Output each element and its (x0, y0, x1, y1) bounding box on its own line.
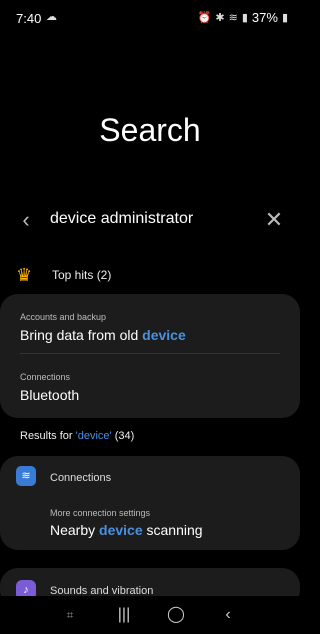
top-hit-item[interactable]: Accounts and backup Bring data from old … (20, 312, 280, 343)
signal-icon: ▮ (241, 12, 248, 24)
search-bar: ‹ device administrator ✕ (0, 200, 300, 240)
search-input[interactable]: device administrator (50, 210, 193, 228)
top-hits-header: ♛ Top hits (2) (16, 262, 284, 288)
navigation-bar: ⌗ ||| ◯ ‹ (0, 596, 300, 634)
results-header: Results for 'device' (34) (20, 430, 135, 442)
status-time: 7:40 (16, 11, 42, 26)
hit-category: Connections (20, 372, 71, 382)
top-hits-card: Accounts and backup Bring data from old … (0, 294, 300, 418)
battery-level: 37% (251, 10, 278, 25)
weather-icon: ☁ (46, 11, 57, 23)
hit-title: Bluetooth (20, 387, 80, 403)
page-title: Search (99, 112, 201, 148)
top-hit-item[interactable]: Connections Bluetooth (20, 372, 280, 403)
wifi-status-icon: ≋ (228, 12, 238, 24)
hit-title: Bring data from old device (20, 327, 186, 343)
alarm-icon: ⏰ (197, 12, 212, 24)
close-icon[interactable]: ✕ (262, 208, 286, 232)
recents-button[interactable]: ||| (112, 604, 136, 626)
status-bar: 7:40 ☁ ⏰ ✱ ≋ ▮ 37% ▮ (0, 0, 300, 36)
connections-result-card[interactable]: ≋ Connections More connection settings N… (0, 456, 300, 550)
top-hits-label: Top hits (2) (52, 268, 112, 282)
wifi-icon: ≋ (16, 466, 36, 486)
result-category: More connection settings (50, 508, 151, 518)
section-label: Connections (50, 472, 112, 484)
bluetooth-icon: ✱ (215, 12, 225, 24)
battery-icon: ▮ (281, 12, 288, 24)
back-button[interactable]: ‹ (216, 604, 240, 626)
divider (20, 353, 280, 354)
chevron-left-icon[interactable]: ‹ (14, 208, 38, 232)
result-title: Nearby device scanning (50, 522, 203, 538)
scan-icon[interactable]: ⌗ (58, 604, 82, 626)
hit-category: Accounts and backup (20, 312, 107, 322)
status-icons: ⏰ ✱ ≋ ▮ 37% ▮ (198, 10, 288, 25)
crown-icon: ♛ (16, 264, 33, 285)
home-button[interactable]: ◯ (164, 604, 188, 626)
